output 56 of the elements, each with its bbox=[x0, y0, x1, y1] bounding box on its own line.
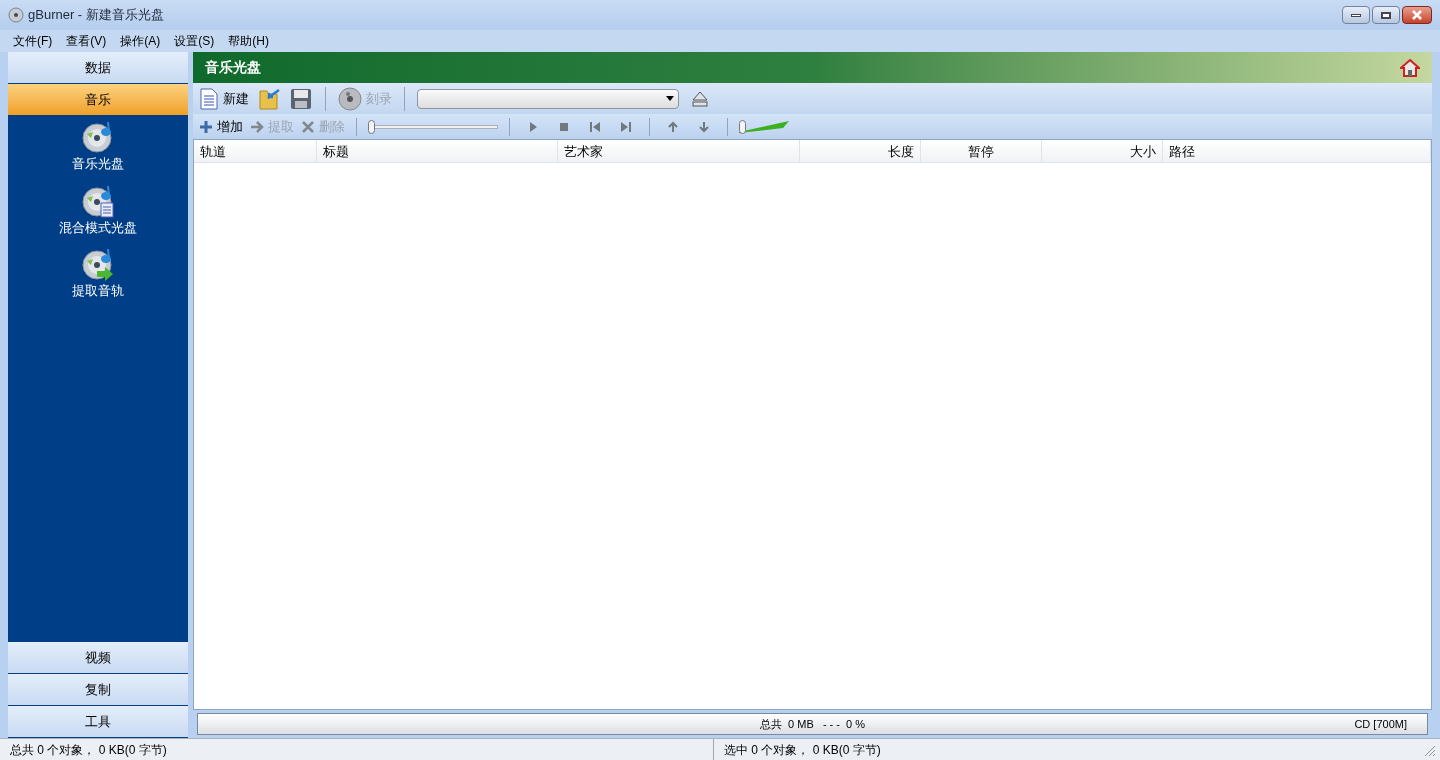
maximize-button[interactable] bbox=[1372, 6, 1400, 24]
toolbar-button[interactable]: 增加 bbox=[199, 116, 243, 137]
column-header[interactable]: 轨道 bbox=[194, 140, 317, 162]
column-header[interactable]: 艺术家 bbox=[558, 140, 800, 162]
disc-icon bbox=[338, 86, 362, 111]
skip-forward-icon[interactable] bbox=[620, 120, 632, 133]
skip-back-icon[interactable] bbox=[589, 120, 601, 133]
home-icon[interactable] bbox=[1400, 57, 1420, 78]
column-header[interactable]: 大小 bbox=[1042, 140, 1163, 162]
menu-item[interactable]: 文件(F) bbox=[8, 32, 58, 50]
app-icon bbox=[8, 7, 24, 23]
menu-item[interactable]: 查看(V) bbox=[61, 32, 112, 50]
arrow-right-icon bbox=[250, 119, 264, 134]
toolbar-button[interactable]: 新建 bbox=[199, 87, 249, 110]
category-tab[interactable]: 工具 bbox=[8, 706, 188, 738]
column-header[interactable]: 暂停 bbox=[921, 140, 1042, 162]
play-icon[interactable] bbox=[527, 120, 539, 133]
category-tab[interactable]: 复制 bbox=[8, 674, 188, 706]
cross-icon bbox=[301, 119, 315, 134]
window-title: gBurner - 新建音乐光盘 bbox=[28, 6, 164, 25]
minimize-button[interactable] bbox=[1342, 6, 1370, 24]
status-text: 选中 0 个对象， 0 KB(0 字节) bbox=[713, 738, 1422, 760]
panel-title: 音乐光盘 bbox=[205, 58, 261, 77]
sidebar-item[interactable]: 混合模式光盘 bbox=[59, 183, 137, 237]
arrow-up-icon[interactable] bbox=[667, 120, 679, 133]
category-tab[interactable]: 音乐 bbox=[8, 84, 188, 116]
menu-item[interactable]: 帮助(H) bbox=[223, 32, 274, 50]
sidebar-item[interactable]: 音乐光盘 bbox=[72, 120, 124, 174]
eject-icon[interactable] bbox=[691, 89, 709, 108]
disc-type-label: CD [700M] bbox=[1354, 716, 1407, 732]
close-icon bbox=[1412, 10, 1422, 20]
close-button[interactable] bbox=[1402, 6, 1432, 24]
document-icon bbox=[199, 87, 219, 110]
stop-icon[interactable] bbox=[558, 120, 570, 133]
column-header[interactable]: 长度 bbox=[800, 140, 921, 162]
column-header[interactable]: 标题 bbox=[317, 140, 558, 162]
disc-icon bbox=[81, 120, 115, 154]
slider-thumb[interactable] bbox=[368, 119, 375, 134]
capacity-summary: 总共 0 MB - - - 0 % bbox=[759, 716, 866, 732]
caret-icon bbox=[666, 96, 674, 101]
category-tab[interactable]: 视频 bbox=[8, 642, 188, 674]
volume-slider[interactable] bbox=[739, 119, 789, 134]
disc-icon bbox=[81, 183, 115, 218]
plus-icon bbox=[199, 119, 213, 134]
folder-arrow-icon[interactable] bbox=[257, 86, 281, 111]
slider-thumb[interactable] bbox=[739, 119, 746, 134]
menu-item[interactable]: 设置(S) bbox=[169, 32, 220, 50]
disc-icon bbox=[81, 247, 115, 281]
seek-slider[interactable] bbox=[368, 119, 498, 134]
drive-dropdown[interactable] bbox=[417, 88, 679, 109]
sidebar-item[interactable]: 提取音轨 bbox=[72, 247, 124, 301]
category-tab[interactable]: 数据 bbox=[8, 52, 188, 84]
column-header[interactable]: 路径 bbox=[1163, 140, 1431, 162]
status-text: 总共 0 个对象， 0 KB(0 字节) bbox=[9, 741, 168, 759]
menu-item[interactable]: 操作(A) bbox=[115, 32, 166, 50]
arrow-down-icon[interactable] bbox=[698, 120, 710, 133]
